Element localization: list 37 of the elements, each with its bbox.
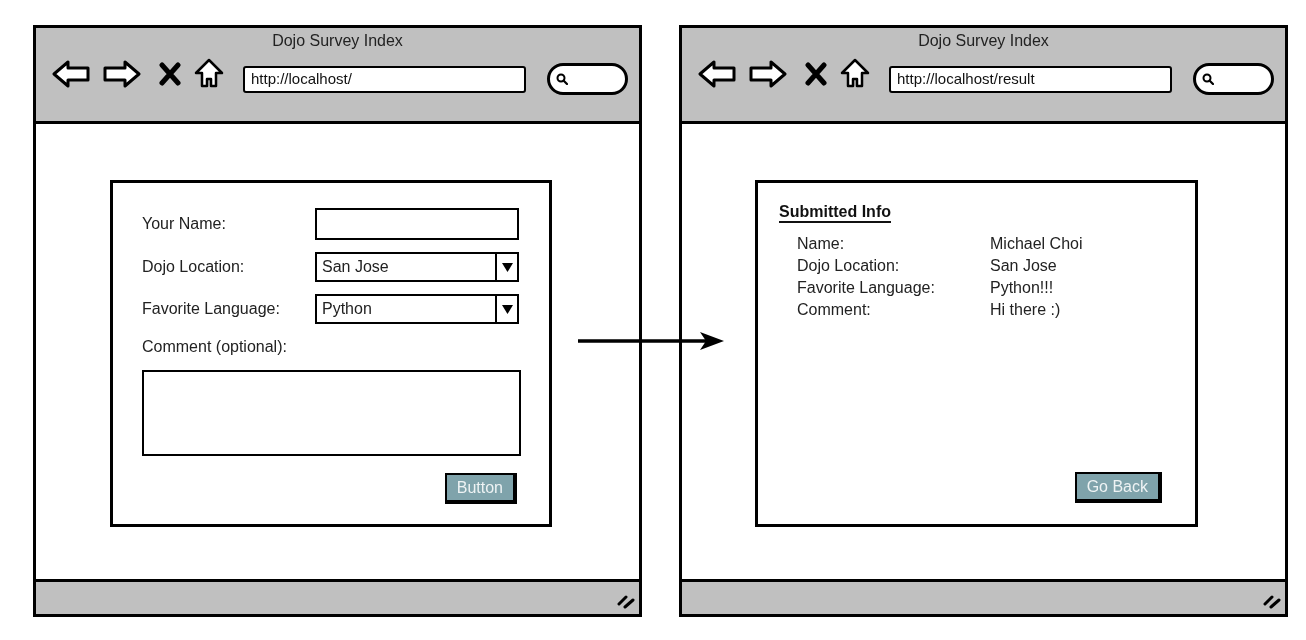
field-label: Your Name:: [142, 214, 227, 234]
info-value: Python!!!: [990, 278, 1054, 298]
info-value: Michael Choi: [990, 234, 1083, 254]
home-icon[interactable]: [840, 58, 870, 88]
search-icon: [1202, 73, 1214, 85]
address-bar[interactable]: http://localhost/: [243, 66, 526, 93]
section-heading: Submitted Info: [779, 202, 891, 222]
resize-grip-icon[interactable]: [617, 595, 635, 609]
home-icon[interactable]: [194, 58, 224, 88]
caret-down-icon: [501, 304, 513, 314]
dropdown[interactable]: San Jose: [315, 252, 519, 282]
close-icon[interactable]: [159, 62, 181, 86]
info-label: Name:: [797, 234, 846, 254]
info-value: Hi there :): [990, 300, 1061, 320]
window-title: Dojo Survey Index: [272, 31, 403, 51]
field-label: Dojo Location:: [142, 257, 246, 277]
info-label: Dojo Location:: [797, 256, 901, 276]
search-field[interactable]: [1193, 63, 1274, 95]
forward-arrow-icon[interactable]: [749, 60, 787, 88]
back-arrow-icon[interactable]: [52, 60, 90, 88]
forward-arrow-icon[interactable]: [103, 60, 141, 88]
info-label: Comment:: [797, 300, 872, 320]
field-label: Comment (optional):: [142, 337, 287, 357]
search-field[interactable]: [547, 63, 628, 95]
text-input[interactable]: [315, 208, 519, 240]
caret-down-icon: [501, 262, 513, 272]
address-bar[interactable]: http://localhost/result: [889, 66, 1172, 93]
close-icon[interactable]: [805, 62, 827, 86]
textarea-field[interactable]: [142, 370, 521, 456]
window-title: Dojo Survey Index: [918, 31, 1049, 51]
field-label: Favorite Language:: [142, 299, 281, 319]
back-arrow-icon[interactable]: [698, 60, 736, 88]
resize-grip-icon[interactable]: [1263, 595, 1281, 609]
dropdown[interactable]: Python: [315, 294, 519, 324]
info-value: San Jose: [990, 256, 1057, 276]
info-label: Favorite Language:: [797, 278, 936, 298]
search-icon: [556, 73, 568, 85]
